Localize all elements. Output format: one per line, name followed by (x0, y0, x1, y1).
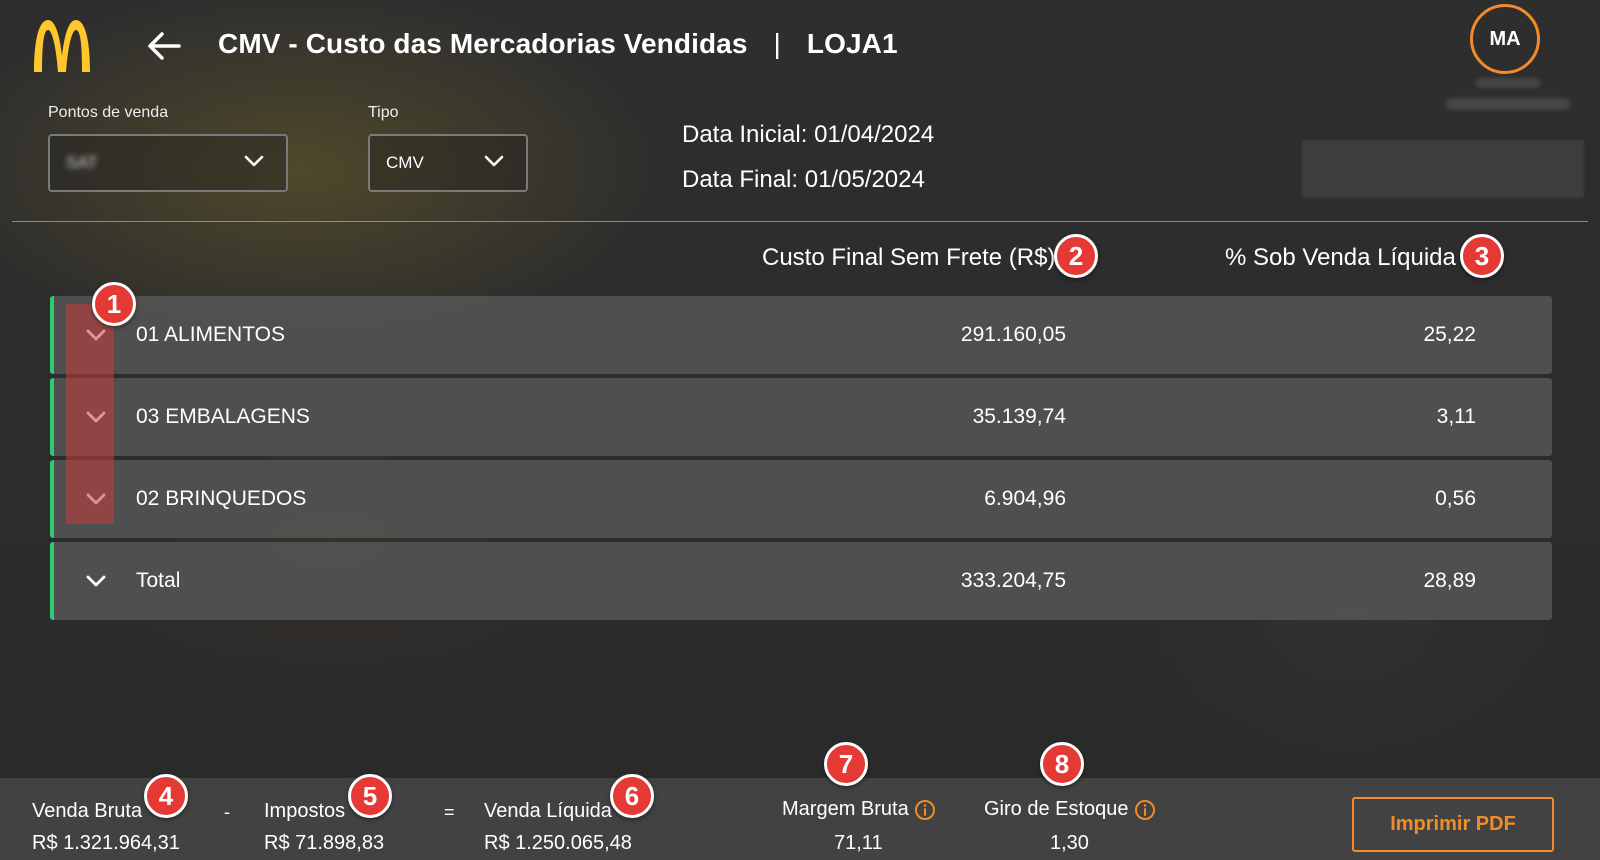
row-name: Total (136, 569, 181, 592)
row-cost: 35.139,74 (972, 405, 1066, 428)
venda-liquida-value: R$ 1.250.065,48 (484, 832, 632, 854)
table-row-total[interactable]: Total 333.204,75 28,89 (50, 542, 1552, 620)
date-range: Data Inicial: 01/04/2024 Data Final: 01/… (682, 112, 934, 202)
tipo-value: CMV (386, 153, 424, 172)
venda-bruta-label: Venda Bruta (32, 800, 143, 822)
impostos-value: R$ 71.898,83 (264, 832, 385, 854)
badge-1: 1 (92, 282, 136, 326)
row-cost: 333.204,75 (960, 569, 1066, 592)
initial-date-value: 01/04/2024 (814, 121, 935, 148)
row-pct: 25,22 (1423, 323, 1476, 346)
giro-estoque-label: Giro de Estoque (984, 798, 1156, 821)
pdv-select[interactable]: SAT (48, 134, 288, 192)
info-icon[interactable] (914, 799, 936, 821)
minus-operator: - (224, 802, 230, 822)
badge-2: 2 (1054, 234, 1098, 278)
row-name: 03 EMBALAGENS (136, 405, 310, 428)
table-row[interactable]: 02 BRINQUEDOS 6.904,96 0,56 (50, 460, 1552, 538)
table-row[interactable]: 01 ALIMENTOS 291.160,05 25,22 (50, 296, 1552, 374)
venda-liquida-label: Venda Líquida (484, 800, 612, 822)
table-row[interactable]: 03 EMBALAGENS 35.139,74 3,11 (50, 378, 1552, 456)
store-name: LOJA1 (806, 28, 898, 59)
page-title: CMV - Custo das Mercadorias Vendidas | LOJ… (218, 28, 898, 60)
row-cost: 291.160,05 (960, 323, 1066, 346)
impostos-label: Impostos (264, 800, 346, 822)
chevron-down-icon[interactable] (78, 563, 114, 599)
equals-operator: = (444, 802, 455, 822)
badge-3: 3 (1460, 234, 1504, 278)
row-name: 02 BRINQUEDOS (136, 487, 307, 510)
badge-8: 8 (1040, 742, 1084, 786)
user-avatar[interactable]: MA (1470, 4, 1540, 74)
print-pdf-button[interactable]: Imprimir PDF (1352, 797, 1554, 852)
final-date: Data Final: 01/05/2024 (682, 157, 934, 202)
badge-6: 6 (610, 774, 654, 818)
blurred-panel (1302, 140, 1584, 198)
final-date-label: Data Final: (682, 166, 799, 193)
initial-date-label: Data Inicial: (682, 121, 808, 148)
blurred-user-info (1476, 78, 1540, 88)
mcdonalds-logo-icon (30, 16, 94, 74)
chevron-down-icon (484, 154, 504, 172)
pdv-label: Pontos de venda (48, 104, 169, 121)
badge-7: 7 (824, 742, 868, 786)
tipo-label: Tipo (368, 104, 399, 121)
row-pct: 28,89 (1423, 569, 1476, 592)
avatar-initials: MA (1489, 27, 1521, 50)
row-cost: 6.904,96 (984, 487, 1066, 510)
back-arrow-icon[interactable] (144, 26, 184, 66)
pdv-value: SAT (66, 153, 98, 172)
margem-bruta-text: Margem Bruta (782, 798, 909, 820)
margem-bruta-label: Margem Bruta (782, 798, 936, 821)
margem-bruta-value: 71,11 (834, 832, 883, 854)
row-pct: 0,56 (1435, 487, 1476, 510)
giro-estoque-text: Giro de Estoque (984, 798, 1129, 820)
initial-date: Data Inicial: 01/04/2024 (682, 112, 934, 157)
column-header-pct: % Sob Venda Líquida (1225, 244, 1456, 271)
chevron-down-icon (244, 154, 264, 172)
final-date-value: 01/05/2024 (804, 166, 925, 193)
row-name: 01 ALIMENTOS (136, 323, 286, 346)
row-pct: 3,11 (1436, 405, 1476, 428)
blurred-timestamp (1446, 98, 1570, 110)
highlight-overlay (66, 304, 114, 524)
info-icon[interactable] (1134, 799, 1156, 821)
title-text: CMV - Custo das Mercadorias Vendidas (218, 28, 748, 59)
badge-4: 4 (144, 774, 188, 818)
title-separator: | (773, 28, 781, 59)
tipo-select[interactable]: CMV (368, 134, 528, 192)
column-header-cost: Custo Final Sem Frete (R$) (762, 244, 1056, 271)
badge-5: 5 (348, 774, 392, 818)
divider (12, 221, 1588, 222)
giro-estoque-value: 1,30 (1050, 832, 1089, 854)
venda-bruta-value: R$ 1.321.964,31 (32, 832, 180, 854)
